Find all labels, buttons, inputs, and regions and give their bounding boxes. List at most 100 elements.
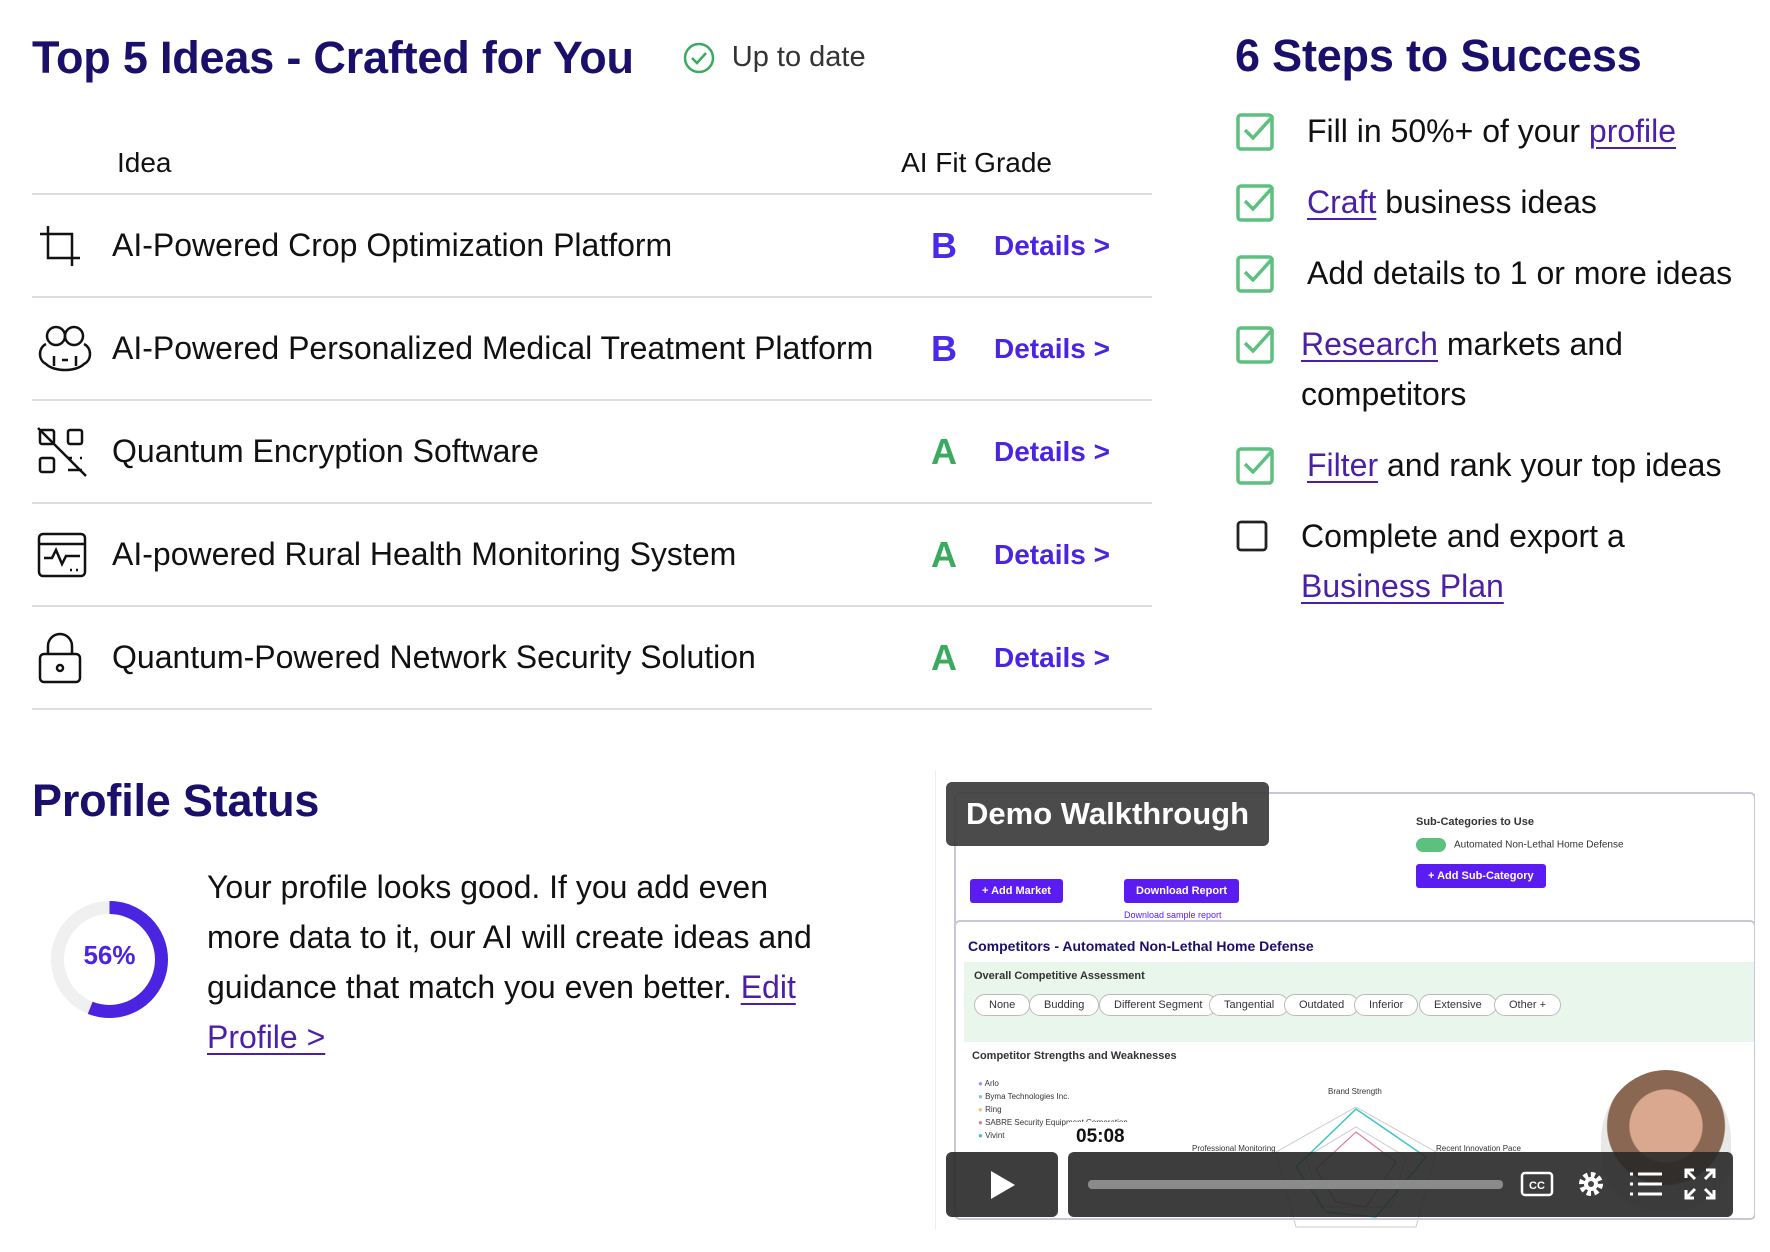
top-ideas-section: Top 5 Ideas - Crafted for You Up to date… [32,30,1152,710]
profile-body: 56% Your profile looks good. If you add … [32,862,892,1062]
step-text-part: and rank your top ideas [1378,447,1722,483]
assessment-pill: Budding [1029,994,1100,1016]
step-text: Fill in 50%+ of your profile [1307,106,1676,156]
legend-label: Byma Technologies Inc. [985,1092,1070,1101]
ai-fit-grade: B [931,224,957,266]
step-text: Add details to 1 or more ideas [1307,255,1733,291]
steps-title: 6 Steps to Success [1235,30,1642,81]
ai-fit-grade: A [931,636,957,678]
table-row[interactable]: Quantum-Powered Network Security Solutio… [32,607,1152,710]
ai-fit-grade: B [931,327,957,369]
step-item: Add details to 1 or more ideas [1235,248,1755,298]
profile-description: Your profile looks good. If you add even… [207,862,847,1062]
ai-fit-grade: A [931,533,957,575]
idea-name[interactable]: AI-powered Rural Health Monitoring Syste… [112,536,736,573]
details-link[interactable]: Details > [994,539,1134,571]
step-text-part: Complete and export a [1301,518,1625,554]
table-row[interactable]: AI-powered Rural Health Monitoring Syste… [32,504,1152,607]
legend-item: ● Arlo [978,1077,1128,1090]
qr-off-icon [37,426,87,477]
step-item: Craft business ideas [1235,177,1755,227]
step-text-part: business ideas [1376,184,1597,220]
video-timecode: 05:08 [1066,1122,1135,1152]
legend-label: Ring [985,1105,1002,1114]
assessment-panel: Overall Competitive Assessment None Budd… [964,962,1754,1042]
profile-link[interactable]: profile [1589,113,1676,149]
legend-label: Arlo [984,1079,999,1088]
check-circle-icon [683,42,715,73]
legend-item: ● Byma Technologies Inc. [978,1090,1128,1103]
demo-video-player[interactable]: + Add Market Download Report Download sa… [935,770,1755,1230]
table-row[interactable]: AI-Powered Personalized Medical Treatmen… [32,298,1152,401]
details-link[interactable]: Details > [994,642,1134,674]
step-text-part: Fill in 50%+ of your [1307,113,1589,149]
assessment-pill: None [974,994,1031,1016]
research-link[interactable]: Research [1301,326,1438,362]
profile-progress-ring: 56% [42,892,177,1027]
crop-icon [40,225,80,266]
profile-status-section: Profile Status 56% Your profile looks go… [32,775,892,1062]
profile-text: Your profile looks good. If you add even… [207,869,812,1005]
details-link[interactable]: Details > [994,436,1134,468]
step-item: Fill in 50%+ of your profile [1235,106,1755,156]
captions-icon[interactable]: CC [1520,1169,1554,1199]
idea-name[interactable]: AI-Powered Personalized Medical Treatmen… [112,330,873,367]
steps-section: 6 Steps to Success Fill in 50%+ of your … [1235,30,1755,611]
table-row[interactable]: AI-Powered Crop Optimization Platform B … [32,195,1152,298]
column-idea: Idea [117,147,172,178]
craft-link[interactable]: Craft [1307,184,1376,220]
assessment-pill: Tangential [1209,994,1290,1016]
assessment-pill: Inferior [1354,994,1419,1016]
assessment-pill: Outdated [1284,994,1360,1016]
legend-dot-icon: ● [978,1118,983,1127]
idea-name[interactable]: Quantum Encryption Software [112,433,539,470]
checked-box-icon [1236,113,1275,151]
step-text: Craft business ideas [1307,177,1597,227]
step-item: Research markets and competitors [1235,319,1755,419]
medical-mask-icon [38,325,92,371]
steps-list: Fill in 50%+ of your profile Craft busin… [1235,106,1755,611]
lock-icon [38,632,82,683]
step-item: Filter and rank your top ideas [1235,440,1755,490]
toggle-row: Automated Non-Lethal Home Defense [1416,838,1624,852]
details-link[interactable]: Details > [994,230,1134,262]
download-sample-text: Download sample report [1124,910,1222,920]
step-text: Filter and rank your top ideas [1307,440,1721,490]
status-text: Up to date [731,41,866,73]
idea-name[interactable]: AI-Powered Crop Optimization Platform [112,227,672,264]
legend-label: Vivint [985,1131,1005,1140]
svg-text:CC: CC [1529,1180,1545,1192]
play-button[interactable] [946,1152,1058,1217]
progress-percent: 56% [83,940,136,970]
legend-dot-icon: ● [978,1079,983,1088]
chapters-list-icon[interactable] [1628,1168,1664,1200]
checked-box-icon [1236,184,1275,222]
ideas-table-header: Idea AI Fit Grade [32,85,1152,195]
idea-name[interactable]: Quantum-Powered Network Security Solutio… [112,639,756,676]
assessment-pill: Extensive [1419,994,1497,1016]
legend-dot-icon: ● [978,1105,983,1114]
step-text: Complete and export a Business Plan [1301,511,1661,611]
toggle-label: Automated Non-Lethal Home Defense [1454,839,1624,851]
assessment-pill: Other + [1494,994,1561,1016]
business-plan-link[interactable]: Business Plan [1301,568,1504,604]
legend-dot-icon: ● [978,1131,983,1140]
table-row[interactable]: Quantum Encryption Software A Details > [32,401,1152,504]
step-text: Research markets and competitors [1301,319,1661,419]
add-sub-category-button: + Add Sub-Category [1416,864,1546,888]
checked-box-icon [1236,255,1275,293]
video-controls-bar: CC [1068,1152,1733,1217]
details-link[interactable]: Details > [994,333,1134,365]
add-market-button: + Add Market [970,879,1063,903]
sub-categories-label: Sub-Categories to Use [1416,816,1534,828]
up-to-date-status: Up to date [682,41,866,75]
checked-box-icon [1236,326,1275,364]
video-scrubber[interactable] [1088,1180,1503,1189]
filter-link[interactable]: Filter [1307,447,1378,483]
checked-box-icon [1236,447,1275,485]
profile-title: Profile Status [32,775,320,826]
gear-icon[interactable] [1573,1166,1609,1202]
ideas-title: Top 5 Ideas - Crafted for You [32,31,634,83]
demo-walkthrough-label: Demo Walkthrough [946,782,1270,846]
fullscreen-icon[interactable] [1682,1166,1718,1202]
